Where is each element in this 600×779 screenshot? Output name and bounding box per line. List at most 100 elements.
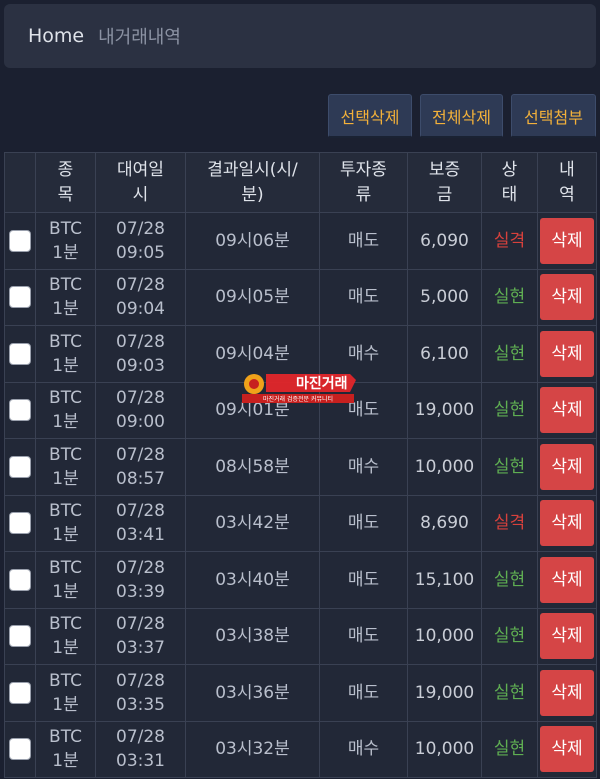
cell-date: 07/28 08:57 [95,438,186,496]
row-action-cell: 삭제 [537,268,597,326]
header-select [4,152,36,213]
row-checkbox[interactable] [9,681,31,704]
delete-row-button[interactable]: 삭제 [540,669,594,716]
cell-result-time: 09시01분 [185,381,320,439]
cell-deposit: 19,000 [407,381,482,439]
cell-type: BTC 1분 [35,494,96,552]
row-checkbox[interactable] [9,512,31,535]
cell-result-time: 09시05분 [185,268,320,326]
breadcrumb: Home 내거래내역 [4,4,596,68]
cell-deposit: 10,000 [407,720,482,778]
cell-type: BTC 1분 [35,607,96,665]
cell-date: 07/28 09:03 [95,325,186,383]
cell-invest-type: 매도 [319,494,408,552]
cell-type: BTC 1분 [35,268,96,326]
row-action-cell: 삭제 [537,664,597,722]
row-action-cell: 삭제 [537,720,597,778]
cell-result-time: 03시42분 [185,494,320,552]
row-action-cell: 삭제 [537,381,597,439]
cell-status: 실현 [481,268,538,326]
attach-selected-button[interactable]: 선택첨부 [511,94,596,138]
cell-date: 07/28 03:37 [95,607,186,665]
cell-deposit: 8,690 [407,494,482,552]
row-select-cell [4,551,36,609]
delete-row-button[interactable]: 삭제 [540,217,594,264]
delete-row-button[interactable]: 삭제 [540,274,594,321]
delete-row-button[interactable]: 삭제 [540,387,594,434]
delete-row-button[interactable]: 삭제 [540,443,594,490]
table-row: BTC 1분 07/28 03:35 03시36분 매도 19,000 실현 삭제 [4,664,597,722]
cell-date: 07/28 03:31 [95,720,186,778]
cell-type: BTC 1분 [35,381,96,439]
cell-invest-type: 매도 [319,268,408,326]
delete-all-button[interactable]: 전체삭제 [420,94,503,138]
toolbar: 선택삭제 전체삭제 선택첨부 [328,94,596,138]
row-checkbox[interactable] [9,738,31,761]
cell-status: 실현 [481,720,538,778]
cell-type: BTC 1분 [35,212,96,270]
delete-row-button[interactable]: 삭제 [540,500,594,547]
cell-status: 실현 [481,551,538,609]
row-checkbox[interactable] [9,229,31,252]
cell-invest-type: 매수 [319,438,408,496]
cell-date: 07/28 09:04 [95,268,186,326]
cell-deposit: 5,000 [407,268,482,326]
table-row: BTC 1분 07/28 03:37 03시38분 매도 10,000 실현 삭제 [4,607,597,665]
table-row: BTC 1분 07/28 09:00 09시01분 매도 19,000 실현 삭제 [4,381,597,439]
trade-history-table: 종목 대여일 시 결과일시(시/분) 투자종 류 보증 금 상태 내역 BTC 1분 07… [4,152,597,778]
cell-invest-type: 매도 [319,551,408,609]
row-action-cell: 삭제 [537,325,597,383]
row-checkbox[interactable] [9,568,31,591]
row-checkbox[interactable] [9,625,31,648]
row-checkbox[interactable] [9,342,31,365]
cell-result-time: 09시04분 [185,325,320,383]
delete-selected-button[interactable]: 선택삭제 [328,94,412,138]
table-row: BTC 1분 07/28 08:57 08시58분 매수 10,000 실현 삭제 [4,438,597,496]
cell-deposit: 6,100 [407,325,482,383]
cell-status: 실현 [481,381,538,439]
cell-status: 실격 [481,212,538,270]
cell-status: 실현 [481,438,538,496]
delete-row-button[interactable]: 삭제 [540,613,594,660]
row-select-cell [4,607,36,665]
delete-row-button[interactable]: 삭제 [540,330,594,377]
row-select-cell [4,664,36,722]
cell-date: 07/28 09:05 [95,212,186,270]
row-select-cell [4,212,36,270]
table-row: BTC 1분 07/28 03:31 03시32분 매수 10,000 실현 삭제 [4,720,597,778]
row-select-cell [4,720,36,778]
table-header-row: 종목 대여일 시 결과일시(시/분) 투자종 류 보증 금 상태 내역 [4,152,597,213]
row-checkbox[interactable] [9,399,31,422]
cell-deposit: 19,000 [407,664,482,722]
row-select-cell [4,381,36,439]
delete-row-button[interactable]: 삭제 [540,556,594,603]
row-action-cell: 삭제 [537,607,597,665]
cell-status: 실현 [481,325,538,383]
breadcrumb-home-link[interactable]: Home [28,25,84,47]
header-type: 종목 [35,152,96,213]
cell-deposit: 6,090 [407,212,482,270]
cell-result-time: 03시40분 [185,551,320,609]
cell-date: 07/28 03:39 [95,551,186,609]
cell-invest-type: 매도 [319,212,408,270]
row-action-cell: 삭제 [537,551,597,609]
table-row: BTC 1분 07/28 09:04 09시05분 매도 5,000 실현 삭제 [4,268,597,326]
delete-row-button[interactable]: 삭제 [540,726,594,773]
row-select-cell [4,325,36,383]
cell-result-time: 08시58분 [185,438,320,496]
header-invest-type: 투자종 류 [319,152,408,213]
cell-type: BTC 1분 [35,664,96,722]
row-checkbox[interactable] [9,455,31,478]
cell-deposit: 10,000 [407,438,482,496]
cell-invest-type: 매도 [319,664,408,722]
table-row: BTC 1분 07/28 03:41 03시42분 매도 8,690 실격 삭제 [4,494,597,552]
cell-type: BTC 1분 [35,325,96,383]
row-checkbox[interactable] [9,286,31,309]
cell-status: 실현 [481,664,538,722]
cell-invest-type: 매도 [319,607,408,665]
header-history: 내역 [537,152,597,213]
breadcrumb-current: 내거래내역 [98,27,181,48]
cell-result-time: 03시38분 [185,607,320,665]
cell-status: 실현 [481,607,538,665]
trade-history-page: Home 내거래내역 선택삭제 전체삭제 선택첨부 종목 대여일 시 결과일시(시… [0,0,600,779]
